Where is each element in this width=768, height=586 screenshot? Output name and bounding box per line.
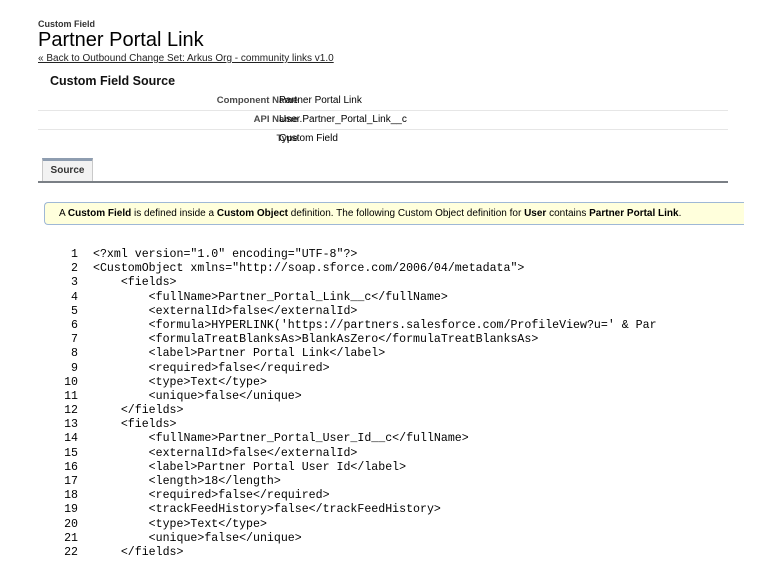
code-text: <length>18</length> <box>93 475 281 488</box>
line-number: 8 <box>71 347 78 361</box>
code-line: 10 <type>Text</type> <box>38 376 728 390</box>
tab-bar: Source <box>38 156 728 183</box>
info-bold: Partner Portal Link <box>589 208 679 219</box>
line-number: 5 <box>71 304 78 318</box>
line-number: 17 <box>64 475 78 488</box>
tab-divider <box>38 181 728 183</box>
page-title: Partner Portal Link <box>38 29 204 51</box>
tab-source[interactable]: Source <box>42 158 93 181</box>
code-text: <label>Partner Portal User Id</label> <box>93 460 407 474</box>
detail-value: Partner Portal Link <box>279 95 362 106</box>
code-line: 11 <unique>false</unique> <box>38 390 728 404</box>
code-text: <externalId>false</externalId> <box>93 446 358 460</box>
line-number: 9 <box>71 361 78 375</box>
line-number: 12 <box>64 404 78 418</box>
info-text: definition. The following Custom Object … <box>288 208 525 219</box>
line-number: 3 <box>71 276 78 290</box>
info-bold: Custom Field <box>67 208 132 219</box>
code-text: <label>Partner Portal Link</label> <box>93 347 386 361</box>
code-text: <required>false</required> <box>93 361 330 375</box>
line-number: 16 <box>64 460 78 474</box>
code-line: 12 </fields> <box>38 404 728 418</box>
code-line: 16 <label>Partner Portal User Id</label> <box>38 461 728 475</box>
line-number: 6 <box>71 318 78 332</box>
line-number: 4 <box>71 290 78 304</box>
code-line: 6 <formula>HYPERLINK('https://partners.s… <box>38 319 728 333</box>
code-text: <?xml version="1.0" encoding="UTF-8"?> <box>93 248 358 261</box>
line-number: 2 <box>71 262 78 276</box>
code-text: <CustomObject xmlns="http://soap.sforce.… <box>93 262 525 276</box>
code-line: 8 <label>Partner Portal Link</label> <box>38 347 728 361</box>
detail-table: Component Name Partner Portal Link API N… <box>38 92 728 148</box>
info-bold: User <box>524 208 547 219</box>
code-line: 5 <externalId>false</externalId> <box>38 305 728 319</box>
code-text: <formulaTreatBlanksAs>BlankAsZero</formu… <box>93 333 539 347</box>
line-number: 1 <box>71 248 78 261</box>
line-number: 14 <box>64 432 78 446</box>
code-text: </fields> <box>93 545 184 559</box>
info-text: . <box>678 208 682 219</box>
code-line: 14 <fullName>Partner_Portal_User_Id__c</… <box>38 432 728 446</box>
code-text: <fields> <box>93 276 177 290</box>
code-text: <type>Text</type> <box>93 375 267 389</box>
info-text: is defined inside a <box>131 208 217 219</box>
line-number: 10 <box>64 375 78 389</box>
info-bold: Custom Object <box>216 208 288 219</box>
code-text: <unique>false</unique> <box>93 389 302 403</box>
code-text: <fullName>Partner_Portal_Link__c</fullNa… <box>93 290 448 304</box>
code-text: <externalId>false</externalId> <box>93 304 358 318</box>
code-text: <required>false</required> <box>93 489 330 503</box>
code-line: 18 <required>false</required> <box>38 489 728 503</box>
line-number: 21 <box>64 531 78 545</box>
back-link[interactable]: « Back to Outbound Change Set: Arkus Org… <box>38 53 334 64</box>
code-line: 13 <fields> <box>38 418 728 432</box>
code-text: <unique>false</unique> <box>93 531 302 545</box>
detail-row-component-name: Component Name Partner Portal Link <box>38 92 728 111</box>
info-text: contains <box>546 208 590 219</box>
info-text: A <box>59 208 68 219</box>
code-line: 2 <CustomObject xmlns="http://soap.sforce… <box>38 262 728 276</box>
code-line: 17 <length>18</length> <box>38 475 728 489</box>
section-title: Custom Field Source <box>50 74 176 88</box>
page-type-label: Custom Field <box>38 19 96 29</box>
code-line: 9 <required>false</required> <box>38 362 728 376</box>
code-line: 20 <type>Text</type> <box>38 518 728 532</box>
detail-row-type: Type Custom Field <box>38 130 728 148</box>
info-message: A Custom Field is defined inside a Custo… <box>44 202 744 225</box>
line-number: 18 <box>64 489 78 503</box>
detail-value: Custom Field <box>279 133 338 144</box>
code-line: 21 <unique>false</unique> <box>38 532 728 546</box>
code-line: 3 <fields> <box>38 276 728 290</box>
code-text: <formula>HYPERLINK('https://partners.sal… <box>93 318 657 332</box>
line-number: 15 <box>64 446 78 460</box>
line-number: 13 <box>64 418 78 432</box>
code-line: 4 <fullName>Partner_Portal_Link__c</full… <box>38 291 728 305</box>
detail-value: User.Partner_Portal_Link__c <box>279 114 407 125</box>
code-line: 7 <formulaTreatBlanksAs>BlankAsZero</for… <box>38 333 728 347</box>
code-line: 19 <trackFeedHistory>false</trackFeedHis… <box>38 503 728 517</box>
code-text: <trackFeedHistory>false</trackFeedHistor… <box>93 503 441 517</box>
detail-row-api-name: API Name User.Partner_Portal_Link__c <box>38 111 728 130</box>
code-text: </fields> <box>93 404 184 418</box>
line-number: 20 <box>64 517 78 531</box>
code-text: <type>Text</type> <box>93 517 267 531</box>
code-line: 22 </fields> <box>38 546 728 560</box>
code-text: <fields> <box>93 418 177 432</box>
code-block: 1 <?xml version="1.0" encoding="UTF-8"?> … <box>38 248 728 586</box>
code-line: 15 <externalId>false</externalId> <box>38 447 728 461</box>
line-number: 22 <box>64 545 78 559</box>
line-number: 11 <box>64 389 78 403</box>
code-text: <fullName>Partner_Portal_User_Id__c</ful… <box>93 432 469 446</box>
line-number: 7 <box>71 333 78 347</box>
line-number: 19 <box>64 503 78 517</box>
code-line: 1 <?xml version="1.0" encoding="UTF-8"?> <box>38 248 728 262</box>
